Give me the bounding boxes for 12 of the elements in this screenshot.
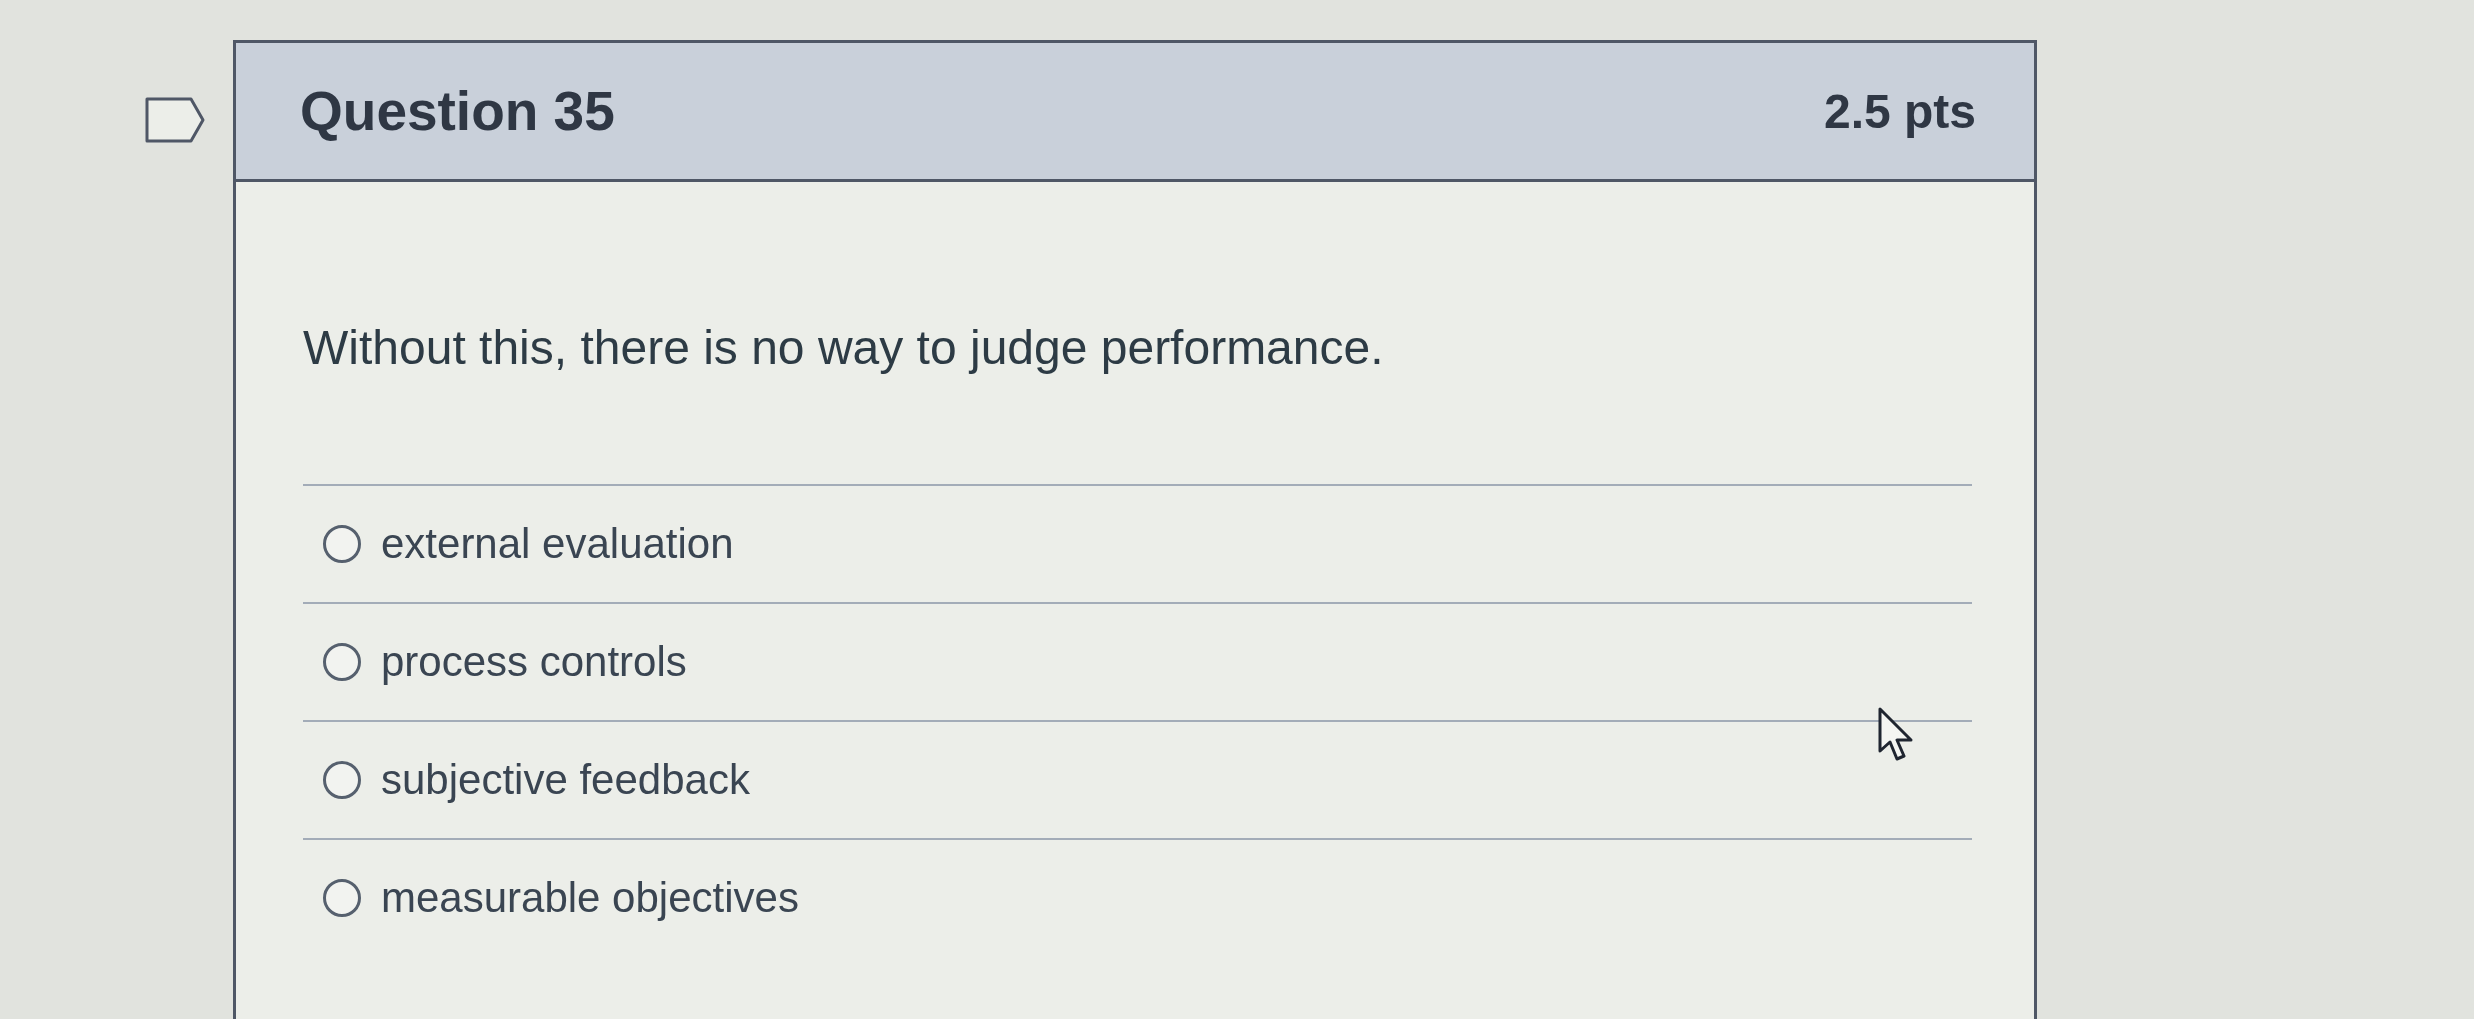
answer-text[interactable]: measurable objectives	[381, 873, 799, 923]
question-title: Question 35	[300, 79, 615, 143]
points-value: 2.5 pts	[1823, 83, 1976, 139]
radio-button[interactable]	[323, 643, 361, 681]
radio-button[interactable]	[323, 879, 361, 917]
radio-button[interactable]	[323, 525, 361, 563]
answer-text[interactable]: process controls	[381, 637, 687, 687]
question-text: Without this, there is no way to judge performance.	[303, 320, 1385, 376]
flag-icon[interactable]	[145, 97, 205, 143]
answer-text[interactable]: external evaluation	[381, 519, 734, 569]
radio-button[interactable]	[323, 761, 361, 799]
answer-text[interactable]: subjective feedback	[381, 755, 750, 805]
